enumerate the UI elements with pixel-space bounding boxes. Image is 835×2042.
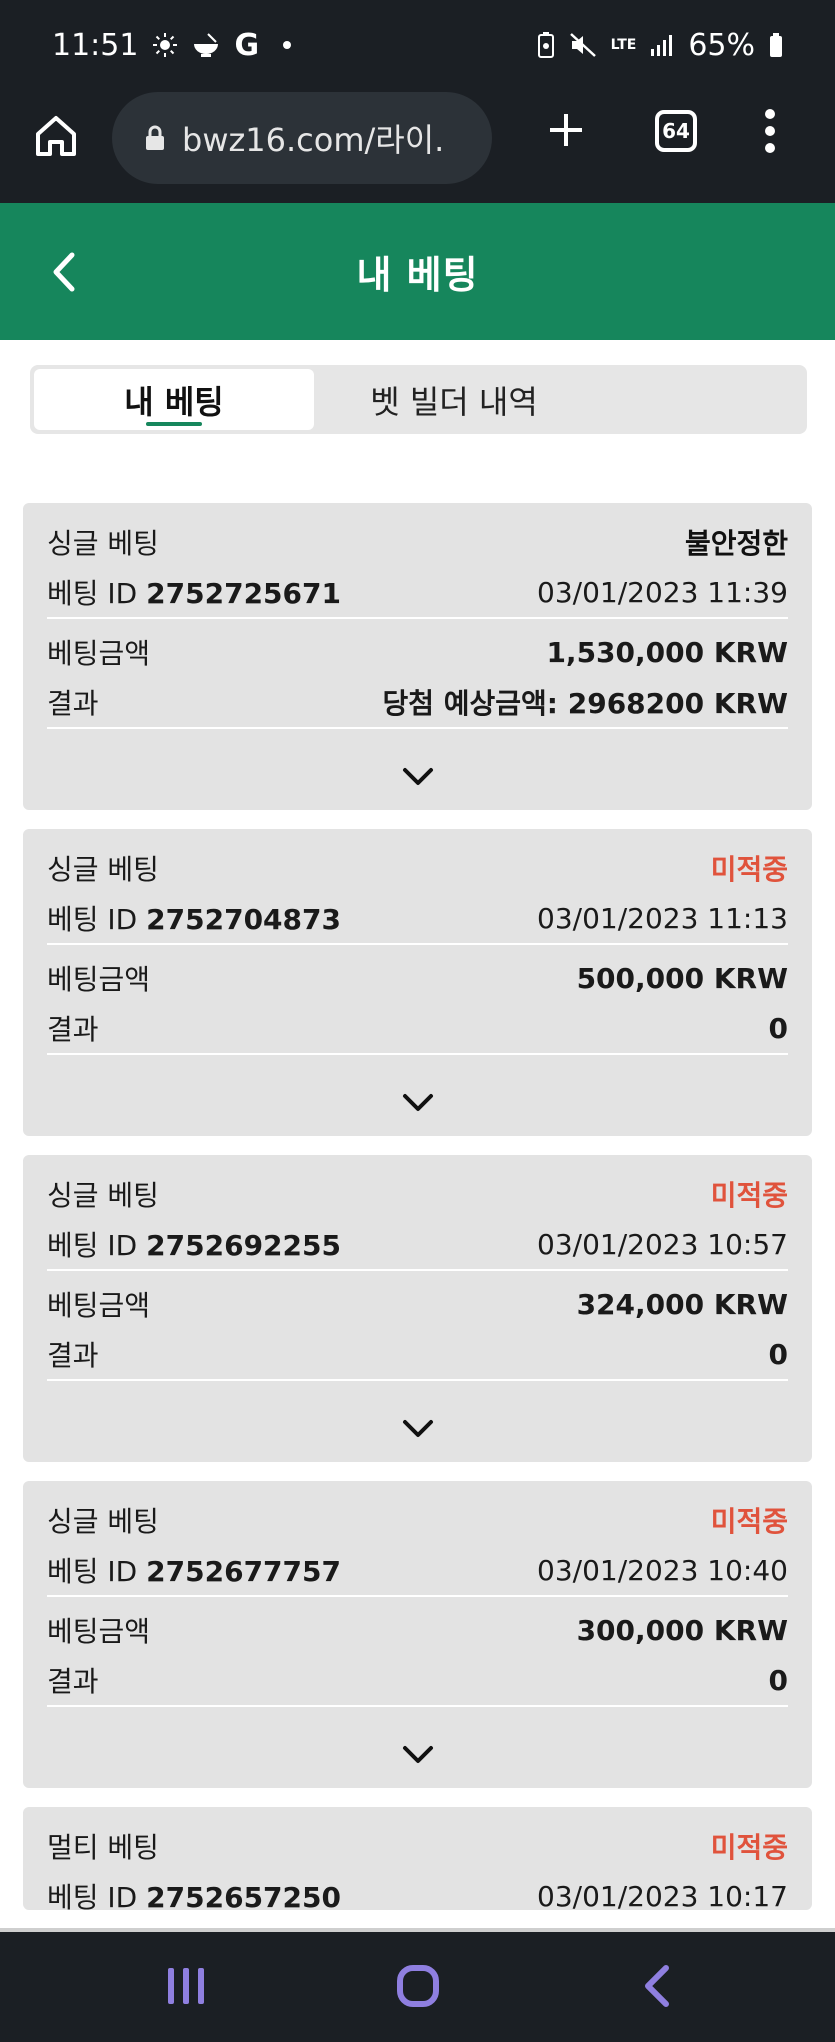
bet-tabs: 내 베팅 벳 빌더 내역 bbox=[30, 365, 807, 434]
amount-label: 베팅금액 bbox=[47, 1289, 151, 1322]
bet-datetime: 03/01/2023 11:13 bbox=[537, 901, 788, 935]
chevron-down-icon[interactable] bbox=[401, 1418, 435, 1440]
bet-result: 당첨 예상금액: 2968200 KRW bbox=[382, 687, 788, 720]
bet-id-label: 베팅 ID bbox=[47, 1881, 138, 1910]
bet-status: 미적중 bbox=[710, 1831, 788, 1864]
result-label: 결과 bbox=[47, 1339, 99, 1372]
bet-amount: 1,530,000 KRW bbox=[546, 635, 788, 669]
bet-datetime: 03/01/2023 11:39 bbox=[537, 575, 788, 609]
status-right: LTE 65% bbox=[537, 28, 783, 63]
bet-card: 싱글 베팅 미적중 베팅 ID 2752692255 03/01/2023 10… bbox=[23, 1155, 812, 1462]
bet-type: 싱글 베팅 bbox=[47, 853, 159, 886]
bet-card: 싱글 베팅 미적중 베팅 ID 2752677757 03/01/2023 10… bbox=[23, 1481, 812, 1788]
more-vert-icon[interactable] bbox=[758, 106, 782, 156]
tab-label: 벳 빌더 내역 bbox=[370, 382, 538, 421]
bet-amount: 324,000 KRW bbox=[576, 1287, 788, 1321]
bet-card: 싱글 베팅 미적중 베팅 ID 2752704873 03/01/2023 11… bbox=[23, 829, 812, 1136]
bet-status: 미적중 bbox=[710, 1179, 788, 1212]
mute-icon bbox=[569, 32, 597, 58]
amount-label: 베팅금액 bbox=[47, 1615, 151, 1648]
lock-icon bbox=[144, 124, 166, 152]
brightness-icon bbox=[152, 32, 178, 58]
home-nav-icon[interactable] bbox=[396, 1964, 440, 2008]
bet-type: 싱글 베팅 bbox=[47, 1505, 159, 1538]
google-g-label: G bbox=[234, 27, 260, 63]
bet-id-line: 베팅 ID 2752677757 bbox=[47, 1550, 341, 1590]
bet-id-line: 베팅 ID 2752657250 bbox=[47, 1876, 341, 1910]
bet-id-label: 베팅 ID bbox=[47, 1555, 138, 1588]
plus-icon[interactable] bbox=[542, 106, 590, 154]
tabs-icon[interactable]: 64 bbox=[655, 110, 697, 152]
bet-list: 싱글 베팅 불안정한 베팅 ID 2752725671 03/01/2023 1… bbox=[23, 503, 812, 1910]
bet-type: 싱글 베팅 bbox=[47, 1179, 159, 1212]
bet-result: 0 bbox=[768, 1663, 788, 1697]
bet-type: 멀티 베팅 bbox=[47, 1831, 159, 1864]
bet-id-line: 베팅 ID 2752725671 bbox=[47, 572, 341, 612]
bet-status: 미적중 bbox=[710, 853, 788, 886]
back-arrow-icon[interactable] bbox=[44, 249, 84, 295]
bet-id: 2752657250 bbox=[146, 1881, 341, 1910]
bet-amount: 500,000 KRW bbox=[576, 961, 788, 995]
status-bar: 11:51 G LTE 65% bbox=[0, 0, 835, 90]
bet-card: 멀티 베팅 미적중 베팅 ID 2752657250 03/01/2023 10… bbox=[23, 1807, 812, 1910]
bet-amount: 300,000 KRW bbox=[576, 1613, 788, 1647]
recent-apps-icon[interactable] bbox=[166, 1966, 206, 2006]
browser-toolbar: bwz16.com/라이. 64 bbox=[0, 90, 835, 203]
back-nav-icon[interactable] bbox=[640, 1964, 672, 2008]
url-text: bwz16.com/라이. bbox=[182, 121, 445, 159]
result-label: 결과 bbox=[47, 1013, 99, 1046]
bet-card: 싱글 베팅 불안정한 베팅 ID 2752725671 03/01/2023 1… bbox=[23, 503, 812, 810]
network-type: LTE bbox=[610, 37, 637, 53]
status-time: 11:51 bbox=[52, 27, 139, 63]
chevron-down-icon[interactable] bbox=[401, 766, 435, 788]
address-bar[interactable]: bwz16.com/라이. bbox=[112, 92, 492, 184]
tab-bet-builder-history[interactable]: 벳 빌더 내역 bbox=[314, 369, 594, 430]
bet-id: 2752677757 bbox=[146, 1555, 341, 1588]
bet-datetime: 03/01/2023 10:17 bbox=[537, 1879, 788, 1911]
bet-id: 2752725671 bbox=[146, 577, 341, 610]
bet-result: 0 bbox=[768, 1337, 788, 1371]
bet-datetime: 03/01/2023 10:57 bbox=[537, 1227, 788, 1261]
battery-percent: 65% bbox=[688, 27, 755, 63]
signal-icon bbox=[650, 33, 674, 57]
bowl-icon bbox=[192, 32, 220, 58]
bet-result: 0 bbox=[768, 1011, 788, 1045]
result-label: 결과 bbox=[47, 1665, 99, 1698]
home-icon[interactable] bbox=[32, 112, 80, 160]
app-header: 내 베팅 bbox=[0, 203, 835, 340]
amount-label: 베팅금액 bbox=[47, 637, 151, 670]
battery-icon bbox=[769, 32, 783, 58]
result-label: 결과 bbox=[47, 687, 99, 720]
bet-id-line: 베팅 ID 2752692255 bbox=[47, 1224, 341, 1264]
active-tab-indicator bbox=[146, 422, 202, 426]
tab-count: 64 bbox=[662, 119, 690, 143]
bet-id-line: 베팅 ID 2752704873 bbox=[47, 898, 341, 938]
bet-id: 2752704873 bbox=[146, 903, 341, 936]
page-title: 내 베팅 bbox=[356, 253, 479, 297]
bet-type: 싱글 베팅 bbox=[47, 527, 159, 560]
battery-saver-icon bbox=[537, 31, 555, 59]
bet-id-label: 베팅 ID bbox=[47, 1229, 138, 1262]
status-left: 11:51 G bbox=[52, 27, 292, 63]
bet-id-label: 베팅 ID bbox=[47, 577, 138, 610]
bet-datetime: 03/01/2023 10:40 bbox=[537, 1553, 788, 1587]
bet-id: 2752692255 bbox=[146, 1229, 341, 1262]
system-nav-bar bbox=[0, 1932, 835, 2042]
tab-label: 내 베팅 bbox=[124, 382, 224, 421]
tab-my-bets[interactable]: 내 베팅 bbox=[34, 369, 314, 430]
bet-id-label: 베팅 ID bbox=[47, 903, 138, 936]
bet-status: 미적중 bbox=[710, 1505, 788, 1538]
chevron-down-icon[interactable] bbox=[401, 1092, 435, 1114]
bet-status: 불안정한 bbox=[684, 527, 788, 560]
chevron-down-icon[interactable] bbox=[401, 1744, 435, 1766]
amount-label: 베팅금액 bbox=[47, 963, 151, 996]
notification-dot bbox=[283, 41, 292, 49]
